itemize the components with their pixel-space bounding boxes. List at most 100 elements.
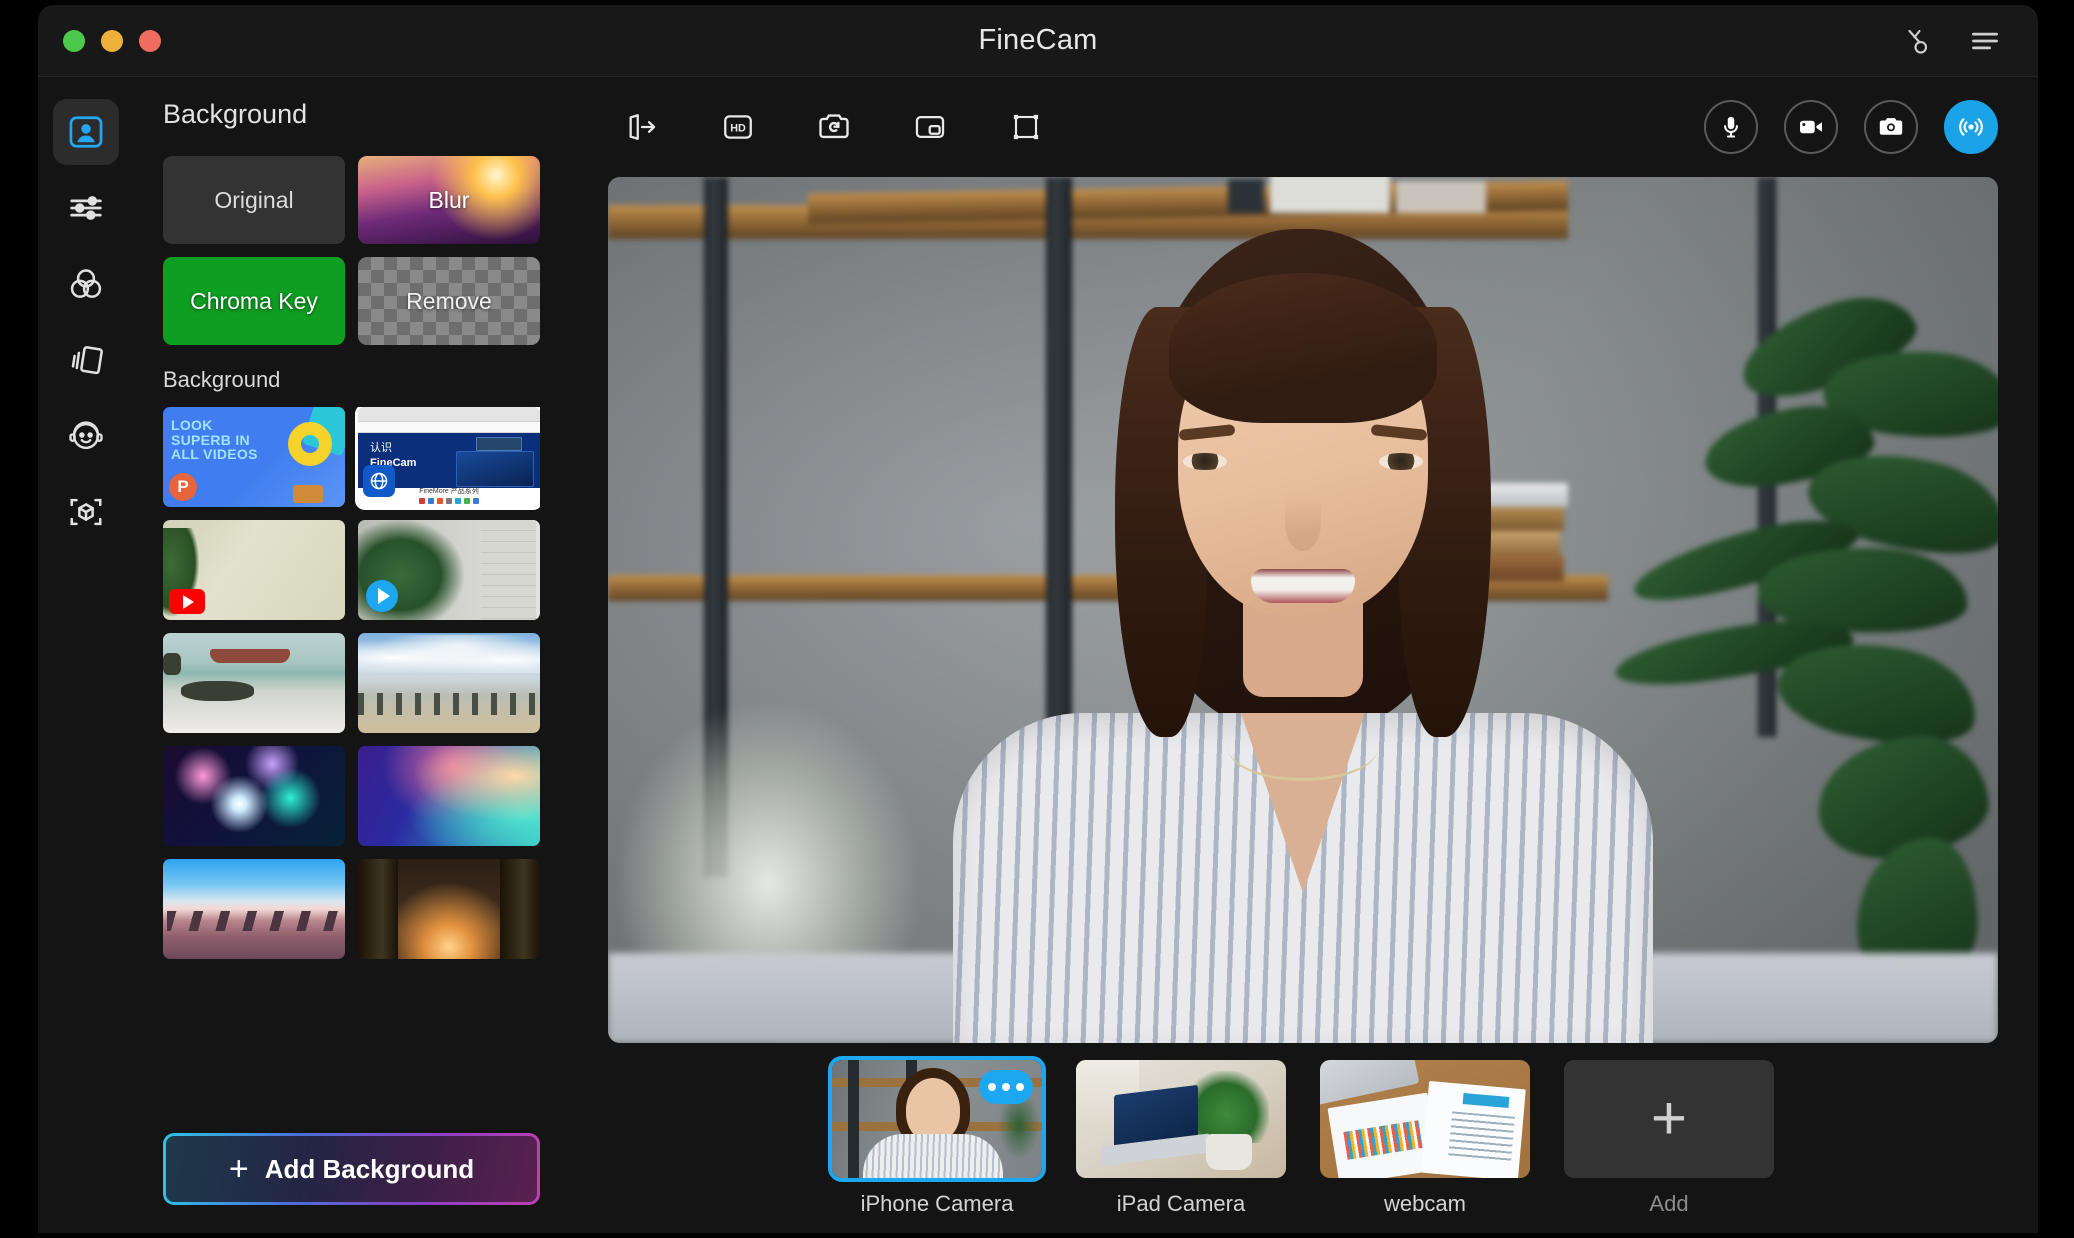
sidebar-item-ar[interactable]	[53, 479, 119, 545]
preset-remove[interactable]: Remove	[358, 257, 540, 345]
sidebar-item-adjust[interactable]	[53, 175, 119, 241]
plus-icon: +	[228, 1150, 249, 1188]
camera-strip: iPhone Camera iPad Camera webcam + Add	[608, 1043, 1998, 1233]
person-mouth	[1251, 569, 1355, 603]
camera-webcam-label: webcam	[1384, 1190, 1466, 1216]
preset-grid: Original Blur Chroma Key Remove	[163, 156, 540, 345]
beach-rock-shape	[181, 681, 254, 701]
browser-toolbar	[358, 422, 540, 433]
bg-thumb-shipwreck-beach[interactable]	[163, 633, 345, 733]
camera-webcam[interactable]: webcam	[1320, 1059, 1530, 1217]
camera-ipad-thumb	[1076, 1059, 1286, 1178]
forest-tree-left	[358, 859, 399, 959]
clouds-shape	[358, 635, 540, 673]
preset-blur[interactable]: Blur	[358, 156, 540, 244]
sidebar-rail	[38, 77, 133, 1233]
bg-thumb-forest-light[interactable]	[358, 859, 540, 959]
plus-icon: +	[1650, 1083, 1688, 1153]
bg-thumb-room-youtube[interactable]	[163, 520, 345, 620]
window-blinds-shape	[481, 520, 536, 620]
ship-hull-shape	[210, 649, 291, 663]
preset-chroma-key-label: Chroma Key	[190, 287, 318, 314]
ppt-shelf-shape	[293, 485, 323, 503]
preview-person	[953, 177, 1653, 1043]
website-footer-icons	[419, 498, 479, 504]
camera-webcam-thumb	[1320, 1059, 1530, 1178]
hamburger-menu-icon[interactable]	[1968, 24, 2002, 58]
stage-tools-left: HD	[608, 107, 1046, 147]
beach-rock-shape-2	[163, 653, 182, 675]
background-panel: Background Original Blur Chroma Key Remo…	[133, 77, 568, 1233]
preset-remove-label: Remove	[406, 287, 492, 314]
website-footer-text: FineMore 产品系列	[419, 488, 479, 495]
website-video-tile	[476, 437, 522, 451]
person-eye-right	[1379, 453, 1423, 470]
preset-original-label: Original	[214, 186, 294, 213]
crop-frame-icon[interactable]	[1006, 107, 1046, 147]
app-body: Background Original Blur Chroma Key Remo…	[38, 77, 2038, 1233]
bg-thumb-ppt-look-superb[interactable]: LOOK SUPERB IN ALL VIDEOS P	[163, 407, 345, 507]
title-bar-actions	[1900, 24, 2038, 58]
person-nose	[1285, 495, 1321, 551]
bg-thumb-cloudy-bay[interactable]	[358, 633, 540, 733]
window-control-yellow[interactable]	[101, 29, 123, 52]
preset-blur-label: Blur	[428, 186, 470, 213]
camera-ipad-label: iPad Camera	[1116, 1190, 1246, 1216]
camera-iphone-thumb	[828, 1055, 1046, 1182]
bg-thumb-gradient-mesh[interactable]	[358, 746, 540, 846]
stage-tools-right	[1704, 100, 1998, 154]
bg-thumb-finecam-website[interactable]: 认识 FineCam FineMore 产品系列	[355, 407, 540, 510]
scissors-icon[interactable]	[1900, 24, 1934, 58]
panel-title: Background	[163, 99, 308, 129]
window-control-red[interactable]	[139, 29, 161, 52]
website-screenshot	[456, 451, 534, 487]
preset-chroma-key[interactable]: Chroma Key	[163, 257, 345, 345]
camera-add-label: Add	[1649, 1190, 1689, 1216]
camera-add[interactable]: + Add	[1564, 1059, 1774, 1217]
window-controls	[38, 29, 161, 52]
camera-ipad[interactable]: iPad Camera	[1076, 1059, 1286, 1217]
add-background-button[interactable]: + Add Background	[163, 1133, 540, 1205]
sidebar-item-layouts[interactable]	[53, 327, 119, 393]
background-grid: LOOK SUPERB IN ALL VIDEOS P 认识 FineCam Fine…	[163, 407, 540, 959]
sidebar-item-filters[interactable]	[53, 251, 119, 317]
person-necklace	[1228, 715, 1378, 781]
stage-toolbar: HD	[608, 77, 1998, 177]
sidebar-item-avatar[interactable]	[53, 403, 119, 469]
stage: HD iPhone Camera iPad Camera webcam + Ad…	[568, 77, 2038, 1233]
snapshot-button[interactable]	[1864, 100, 1918, 154]
switch-camera-icon[interactable]	[814, 107, 854, 147]
camera-iphone[interactable]: iPhone Camera	[828, 1055, 1046, 1217]
camera-iphone-label: iPhone Camera	[860, 1190, 1014, 1216]
play-icon	[366, 580, 398, 612]
ppt-headline: LOOK SUPERB IN ALL VIDEOS	[171, 417, 258, 463]
powerpoint-icon: P	[169, 473, 197, 501]
record-video-button[interactable]	[1784, 100, 1838, 154]
forest-tree-right	[499, 859, 540, 959]
microphone-button[interactable]	[1704, 100, 1758, 154]
video-preview[interactable]	[608, 177, 1998, 1043]
camera-add-thumb: +	[1564, 1059, 1774, 1178]
section-label-background: Background	[163, 367, 281, 392]
hd-quality-icon[interactable]: HD	[718, 107, 758, 147]
picture-in-picture-icon[interactable]	[910, 107, 950, 147]
preview-plant-right	[1608, 281, 1998, 1043]
bg-thumb-bokeh-lights[interactable]	[163, 746, 345, 846]
youtube-icon	[169, 589, 205, 614]
person-hair-front	[1169, 273, 1437, 423]
svg-text:HD: HD	[730, 122, 746, 134]
browser-titlebar	[358, 407, 540, 422]
live-broadcast-button[interactable]	[1944, 100, 1998, 154]
mirror-flip-icon[interactable]	[622, 107, 662, 147]
window-control-green[interactable]	[63, 29, 85, 52]
preset-original[interactable]: Original	[163, 156, 345, 244]
camera-options-icon[interactable]	[979, 1069, 1033, 1104]
title-bar: FineCam	[38, 5, 2038, 77]
bg-thumb-pink-dunes[interactable]	[163, 859, 345, 959]
app-window: FineCam Background Original Blur Chroma …	[38, 5, 2038, 1233]
bg-thumb-plant-window[interactable]	[358, 520, 540, 620]
sidebar-item-background[interactable]	[52, 99, 119, 165]
ppt-ring-shape	[288, 422, 332, 466]
app-title: FineCam	[978, 24, 1098, 56]
person-eye-left	[1183, 453, 1227, 470]
